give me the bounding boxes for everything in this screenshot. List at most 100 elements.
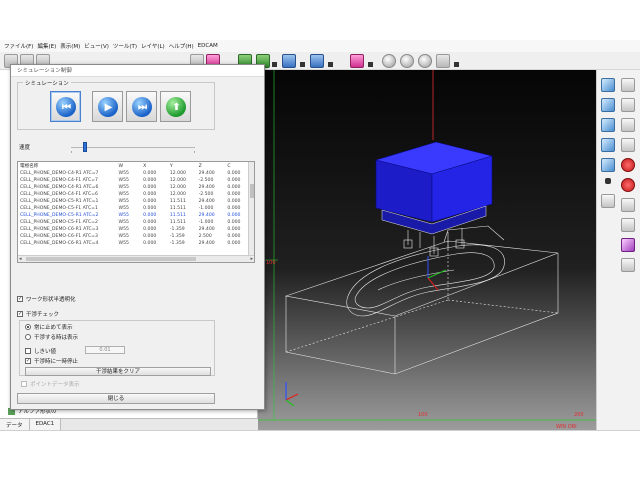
work-transparent-checkbox[interactable]: ✓ ワーク形状半透明化 [17,295,76,303]
menu-help[interactable]: ヘルプ(H) [169,42,194,50]
pause-on-interference-checkbox[interactable]: ✓ 干渉時に一時停止 [25,357,78,365]
table-row-selected[interactable]: CELL_PHONE_DEMO-C5-R1 ATC=2 W55 0.000 11.51… [18,212,250,219]
cell-name: CELL_PHONE_DEMO-C4-R1 ATC=6 [20,185,99,190]
zoom-fit-icon[interactable] [436,54,450,68]
cell-z: 29.400 [198,227,215,232]
table-header-row: 電極名称 W X Y Z C [18,162,250,170]
view-front-icon[interactable] [601,98,615,112]
color-icon[interactable] [350,54,364,68]
chevron-down-icon[interactable] [454,62,459,67]
close-button[interactable]: 閉じる [17,393,215,404]
col-y[interactable]: Y [168,162,197,170]
play-button[interactable]: ▶ [92,91,123,122]
render-shaded-icon[interactable] [382,54,396,68]
render-hidden-icon[interactable] [418,54,432,68]
step-up-button[interactable]: ⬆ [160,91,191,122]
list-vertical-scrollbar[interactable] [248,162,254,256]
window-titlebar [0,0,640,40]
col-z[interactable]: Z [197,162,226,170]
tab-edac1[interactable]: EDAC1 [29,419,62,430]
interference-check-checkbox[interactable]: ✓ 干渉チェック [17,310,59,318]
pause-on-interference-label: 干渉時に一時停止 [34,359,79,365]
menu-layer[interactable]: レイヤ(L) [141,42,165,50]
electrode-list[interactable]: 電極名称 W X Y Z C CELL_PHONE_DEMO-C4-R1 ATC… [17,161,255,263]
chevron-right-icon[interactable] [605,178,611,184]
menu-tools[interactable]: ツール(T) [113,42,137,50]
threshold-checkbox[interactable]: しきい値 [25,347,56,355]
skip-end-button[interactable]: ⏭ [126,91,157,122]
view-side-icon[interactable] [601,118,615,132]
col-x[interactable]: X [141,162,168,170]
chevron-right-icon[interactable]: ▸ [250,256,253,262]
chevron-down-icon[interactable] [272,62,277,67]
cell-y: -1.359 [169,241,185,246]
col-name[interactable]: 電極名称 [18,162,117,170]
cell-w: W55 [118,234,129,239]
cell-x: 0.000 [143,171,157,176]
radio-stop-always[interactable]: 常に止めて表示 [25,323,73,331]
menu-file[interactable]: ファイル(F) [4,42,33,50]
cell-y: 12.000 [169,171,186,176]
spin-icon[interactable] [621,178,635,192]
speed-slider-track[interactable] [71,147,195,148]
settings-icon[interactable] [601,194,615,208]
rewind-button[interactable]: ⏮ [50,91,81,122]
list-horizontal-scrollbar[interactable]: ◂ ▸ [18,255,254,262]
zoom-icon[interactable] [621,118,635,132]
3d-viewport[interactable]: 100 100 200 WIN ORI [258,70,596,430]
point-only-checkbox[interactable]: ポイントデータ表示 [21,380,80,388]
snap-icon[interactable] [621,218,635,232]
chevron-down-icon[interactable] [300,62,305,67]
scrollbar-thumb[interactable] [250,184,254,198]
menu-edit[interactable]: 編集(E) [37,42,56,50]
chevron-down-icon[interactable] [328,62,333,67]
menu-view[interactable]: ビュー(V) [84,42,109,50]
speed-slider-ticks [71,151,195,153]
render-wire-icon[interactable] [400,54,414,68]
cell-w: W55 [118,220,129,225]
pan-icon[interactable] [621,78,635,92]
cell-x: 0.000 [143,199,157,204]
table-row[interactable]: CELL_PHONE_DEMO-C4-R1 ATC=6 W55 0.000 12.00… [18,184,250,191]
axis-icon[interactable] [621,238,635,252]
tab-data[interactable]: データ [0,419,30,430]
cell-name: CELL_PHONE_DEMO-C5-R1 ATC=2 [20,213,99,218]
cell-z: -2.500 [198,192,214,197]
scrollbar-thumb[interactable] [26,257,196,261]
transform-icon[interactable] [282,54,296,68]
origin-icon[interactable] [621,258,635,272]
col-c[interactable]: C [225,162,250,170]
table-row[interactable]: CELL_PHONE_DEMO-C6-F1 ATC=3 W55 0.000 -1.35… [18,233,250,240]
menu-edcam[interactable]: EDCAM [198,43,218,49]
col-w[interactable]: W [117,162,142,170]
edit-tool-icon[interactable] [310,54,324,68]
cell-z: -2.500 [198,178,214,183]
zoom-in-icon[interactable] [621,138,635,152]
move-icon[interactable] [621,98,635,112]
measure-icon[interactable] [621,198,635,212]
table-row[interactable]: CELL_PHONE_DEMO-C6-R1 ATC=3 W55 0.000 -1.35… [18,226,250,233]
table-row[interactable]: CELL_PHONE_DEMO-C6-R1 ATC=4 W55 0.000 -1.35… [18,240,250,247]
radio-stop-on-hit[interactable]: 干渉する時は表示 [25,333,78,341]
cell-w: W55 [118,227,129,232]
clear-interference-button[interactable]: 干渉結果をクリア [25,367,211,376]
table-row[interactable]: CELL_PHONE_DEMO-C5-R1 ATC=1 W55 0.000 11.51… [18,198,250,205]
rotate-icon[interactable] [621,158,635,172]
menu-display[interactable]: 表示(M) [60,42,80,50]
table-row[interactable]: CELL_PHONE_DEMO-C5-F1 ATC=1 W55 0.000 11.51… [18,205,250,212]
table-row[interactable]: CELL_PHONE_DEMO-C4-F1 ATC=6 W55 0.000 12.00… [18,191,250,198]
table-row[interactable]: CELL_PHONE_DEMO-C4-F1 ATC=7 W55 0.000 12.00… [18,177,250,184]
chevron-left-icon[interactable]: ◂ [19,256,22,262]
view-top-icon[interactable] [601,78,615,92]
electrode-table: 電極名称 W X Y Z C CELL_PHONE_DEMO-C4-R1 ATC… [18,162,250,247]
table-row[interactable]: CELL_PHONE_DEMO-C4-R1 ATC=7 W55 0.000 12.00… [18,170,250,177]
view-iso2-icon[interactable] [601,158,615,172]
table-row[interactable]: CELL_PHONE_DEMO-C5-F1 ATC=2 W55 0.000 11.51… [18,219,250,226]
threshold-input[interactable]: 0.01 [85,346,125,354]
view-iso-icon[interactable] [601,138,615,152]
simulation-group: シミュレーション ⏮ ▶ ⏭ ⬆ [17,79,215,130]
cell-z: 29.400 [198,213,215,218]
cell-y: 12.000 [169,192,186,197]
speed-slider-thumb[interactable] [83,142,87,152]
chevron-down-icon[interactable] [368,62,373,67]
